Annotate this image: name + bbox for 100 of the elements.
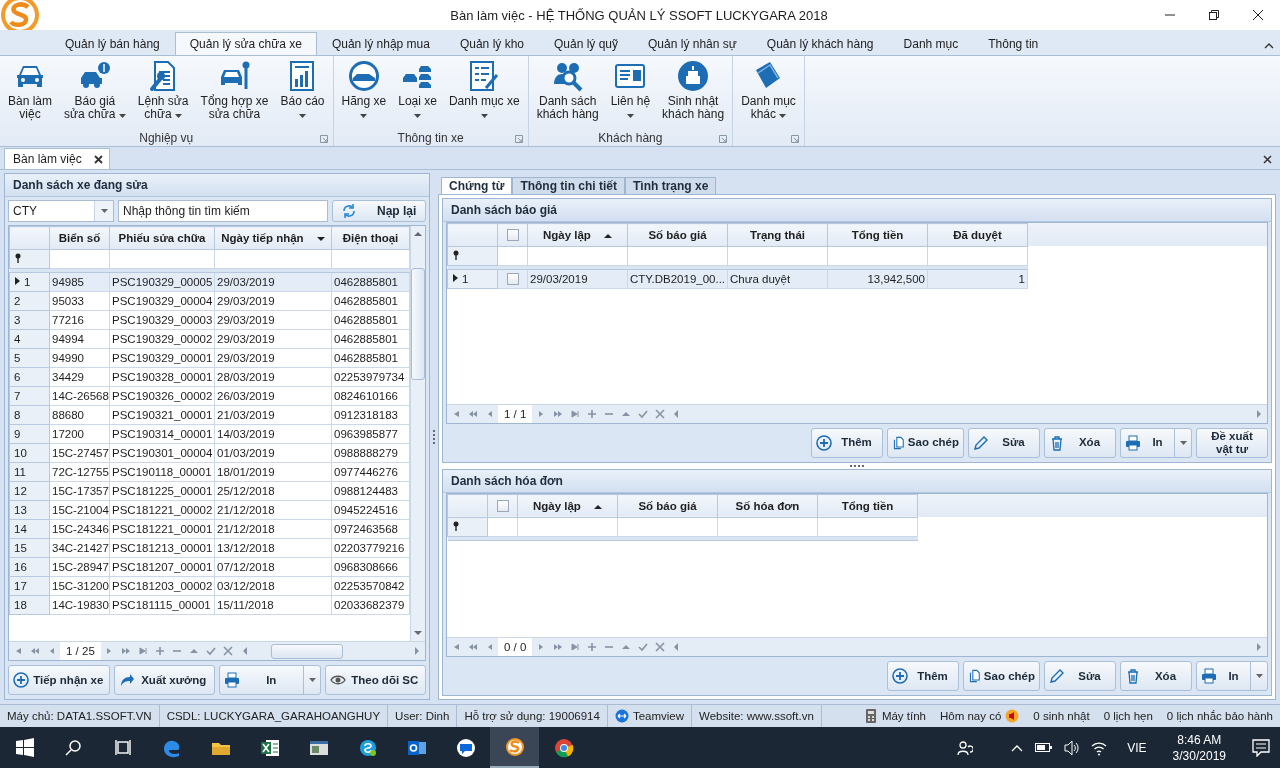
table-row[interactable]: 17 15C-31200 PSC181203_00002 03/12/2018 02253570842 <box>9 576 410 596</box>
table-row[interactable]: 13 15C-21004 PSC181221_00002 21/12/2018 0945224516 <box>9 500 410 520</box>
dialog-launcher-icon[interactable] <box>514 135 523 143</box>
action-button[interactable]: Sao chép <box>887 427 964 458</box>
tab[interactable]: Chứng từ <box>441 177 513 194</box>
column-header[interactable]: Đã duyệt <box>927 223 1028 247</box>
ribbon-tab[interactable]: Thông tin <box>973 32 1054 55</box>
taskbar-button[interactable] <box>490 727 539 768</box>
column-header[interactable]: Ngày tiếp nhận <box>214 226 332 250</box>
cancel-icon[interactable] <box>654 642 665 652</box>
table-row[interactable]: 18 14C-19830 PSC181115_00001 15/11/2018 02033682379 <box>9 595 410 615</box>
column-header[interactable]: Trạng thái <box>727 223 828 247</box>
action-button[interactable]: Sửa <box>1044 661 1116 691</box>
status-label[interactable]: Hôm nay có <box>940 710 1002 722</box>
tab[interactable]: Thông tin chi tiết <box>512 177 626 194</box>
next-page-icon[interactable] <box>552 642 563 652</box>
cancel-icon[interactable] <box>223 646 234 656</box>
ribbon-button[interactable]: Loại xe <box>392 56 443 129</box>
column-header[interactable]: Ngày lập <box>527 223 628 247</box>
last-page-icon[interactable] <box>569 408 580 419</box>
branch-select[interactable]: CTY <box>8 200 114 222</box>
ribbon-tab[interactable]: Danh mục <box>888 32 974 55</box>
ribbon-button[interactable]: Hãng xe <box>335 56 393 129</box>
action-button[interactable]: Sửa <box>968 427 1040 458</box>
vertical-scrollbar[interactable] <box>410 226 425 641</box>
action-button[interactable]: In <box>219 665 321 695</box>
document-tab[interactable]: Bàn làm việc <box>4 148 110 169</box>
action-button[interactable]: Xóa <box>1044 427 1116 458</box>
table-row[interactable]: 10 15C-27457 PSC190301_00004 01/03/2019 0988888279 <box>9 443 410 463</box>
ribbon-tab[interactable]: Quản lý sửa chữa xe <box>174 32 317 55</box>
column-header[interactable]: Tổng tiền <box>817 494 918 518</box>
status-label[interactable]: Teamview <box>632 710 684 722</box>
table-row[interactable]: 14 15C-24346 PSC181221_00001 21/12/2018 0972463568 <box>9 519 410 539</box>
checkbox[interactable] <box>506 229 519 242</box>
action-button[interactable]: Thêm <box>811 427 883 458</box>
action-button[interactable]: Sao chép <box>963 661 1040 691</box>
ribbon-button[interactable]: Báo giá sửa chữa <box>58 56 132 129</box>
table-row[interactable]: 15 34C-21427 PSC181213_00001 13/12/2018 02203779216 <box>9 538 410 558</box>
ribbon-tab[interactable]: Quản lý nhân sự <box>633 32 752 55</box>
action-button[interactable]: In <box>1120 427 1192 458</box>
column-header[interactable]: Biển số <box>49 226 110 250</box>
table-row[interactable]: 11 72C-12755 PSC190118_00001 18/01/2019 0977446276 <box>9 462 410 482</box>
table-row[interactable]: 3 77216 PSC190329_00003 29/03/2019 0462885801 <box>9 310 410 330</box>
ribbon-button[interactable]: Lệnh sửa chữa <box>131 56 195 129</box>
next-page-icon[interactable] <box>121 646 132 656</box>
column-header[interactable]: Điện thoại <box>331 226 410 250</box>
add-icon[interactable] <box>586 408 597 419</box>
previous-page-icon[interactable] <box>29 646 40 656</box>
check-icon[interactable] <box>206 646 217 656</box>
ribbon-button[interactable]: Danh mục khác <box>735 56 802 129</box>
table-row[interactable]: 16 15C-28947 PSC181207_00001 07/12/2018 0968308666 <box>9 557 410 577</box>
add-icon[interactable] <box>155 646 166 656</box>
table-row[interactable]: 1 29/03/2019 CTY.DB2019_00... Chưa duyệt 13,942,500 1 <box>447 269 1028 289</box>
next-page-icon[interactable] <box>552 408 563 419</box>
column-header[interactable]: Tổng tiền <box>827 223 928 247</box>
action-button[interactable]: Đề xuất vật tư <box>1196 427 1268 458</box>
action-button[interactable]: Thêm <box>887 661 959 691</box>
checkbox[interactable] <box>506 273 519 286</box>
table-row[interactable]: 2 95033 PSC190329_00004 29/03/2019 0462885801 <box>9 291 410 311</box>
action-button[interactable]: Theo dõi SC <box>324 665 426 695</box>
action-button[interactable]: Xóa <box>1120 661 1192 691</box>
previous-page-icon[interactable] <box>467 642 478 652</box>
reload-button[interactable]: Nạp lại <box>332 200 426 222</box>
ribbon-button[interactable]: Sinh nhật khách hàng <box>656 56 731 129</box>
column-header[interactable]: Số báo giá <box>627 223 728 247</box>
clock-time[interactable]: 8:46 AM <box>1177 731 1222 748</box>
clock-date[interactable]: 3/30/2019 <box>1172 747 1226 764</box>
ribbon-button[interactable]: Tổng hợp xe sửa chữa <box>194 56 275 129</box>
dialog-launcher-icon[interactable] <box>719 135 728 143</box>
up-icon[interactable] <box>189 646 200 656</box>
table-row[interactable]: 1 94985 PSC190329_00005 29/03/2019 0462885801 <box>9 272 410 292</box>
table-row[interactable]: 12 15C-17357 PSC181225_00001 25/12/2018 0988124483 <box>9 481 410 501</box>
action-button[interactable]: In <box>1196 661 1268 691</box>
ribbon-tab[interactable]: Quản lý kho <box>444 32 539 55</box>
dialog-launcher-icon[interactable] <box>790 135 799 143</box>
ribbon-tab[interactable]: Quản lý quỹ <box>539 32 634 55</box>
action-button[interactable]: Tiếp nhận xe <box>8 665 110 695</box>
checkbox[interactable] <box>496 500 509 513</box>
last-page-icon[interactable] <box>138 646 149 656</box>
ribbon-tab[interactable]: Quản lý khách hàng <box>751 32 889 55</box>
table-row[interactable]: 8 88680 PSC190321_00001 21/03/2019 0912318183 <box>9 405 410 425</box>
table-row[interactable]: 7 14C-26568 PSC190326_00002 26/03/2019 0824610166 <box>9 386 410 406</box>
check-icon[interactable] <box>637 642 648 652</box>
ribbon-button[interactable]: Liên hệ <box>604 56 657 129</box>
cancel-icon[interactable] <box>654 408 665 419</box>
table-row[interactable]: 9 17200 PSC190314_00001 14/03/2019 0963985877 <box>9 424 410 444</box>
up-icon[interactable] <box>620 642 631 652</box>
ribbon-button[interactable]: Báo cáo <box>274 56 331 129</box>
status-label[interactable]: Máy tính <box>881 710 926 722</box>
ribbon-button[interactable]: Danh mục xe <box>442 56 526 129</box>
last-page-icon[interactable] <box>569 642 580 652</box>
column-header[interactable]: Phiếu sửa chữa <box>109 226 215 250</box>
tab[interactable]: Tình trạng xe <box>625 177 717 194</box>
ribbon-tab[interactable]: Quản lý bán hàng <box>50 32 175 55</box>
check-icon[interactable] <box>637 408 648 419</box>
table-row[interactable]: 5 94990 PSC190329_00001 29/03/2019 0462885801 <box>9 348 410 368</box>
dialog-launcher-icon[interactable] <box>319 135 328 143</box>
previous-page-icon[interactable] <box>467 408 478 419</box>
search-field[interactable]: Nhập thông tin tìm kiếm <box>118 200 328 222</box>
input-language[interactable]: VIE <box>1127 740 1147 755</box>
